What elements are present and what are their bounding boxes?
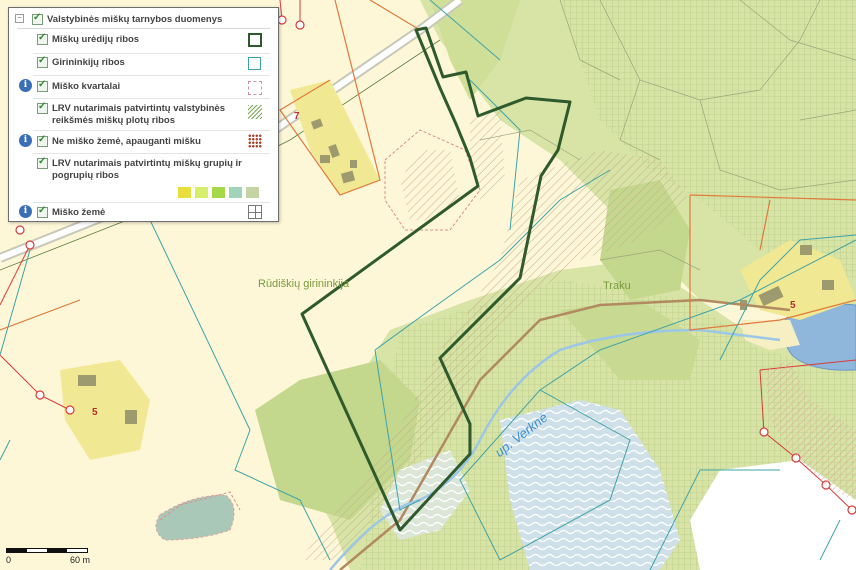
group-checkbox[interactable]: [32, 12, 43, 25]
legend-item-label: Miško kvartalai: [52, 81, 121, 92]
legend-item-urediju[interactable]: Miškų urėdijų ribos: [9, 31, 278, 51]
parcel-number: 5: [790, 300, 796, 311]
legend-item-label: Girininkijų ribos: [52, 57, 125, 68]
legend-item-lrv-grupiu[interactable]: LRV nutarimais patvirtintų miškų grupių …: [9, 154, 278, 202]
parcel-number: 5: [92, 407, 98, 418]
group-swatch: [195, 187, 208, 198]
layer-checkbox[interactable]: [37, 156, 48, 169]
dashed-pink-square-icon: [248, 81, 262, 95]
grid-square-icon: [248, 205, 262, 219]
legend-group-header[interactable]: − Valstybinės miškų tarnybos duomenys: [9, 10, 278, 28]
legend-item-label: Miškų urėdijų ribos: [52, 34, 140, 45]
legend-item-label-line1: LRV nutarimais patvirtintų valstybinės: [52, 103, 225, 114]
thick-green-square-icon: [248, 33, 262, 47]
legend-item-kvartalai[interactable]: i Miško kvartalai: [9, 76, 278, 96]
layer-checkbox[interactable]: [37, 32, 48, 45]
scale-bar: 0 60 m: [6, 548, 92, 565]
brown-dot-grid-icon: [248, 134, 262, 148]
group-swatch: [212, 187, 225, 198]
group-swatch: [246, 187, 259, 198]
layer-checkbox[interactable]: [37, 134, 48, 147]
legend-item-misko-zeme[interactable]: i Miško žemė: [9, 203, 278, 221]
layer-legend-panel: − Valstybinės miškų tarnybos duomenys Mi…: [8, 7, 279, 222]
group-swatch: [178, 187, 191, 198]
hatched-green-square-icon: [248, 105, 262, 119]
legend-item-ne-misko[interactable]: i Ne miško žemė, apauganti mišku: [9, 131, 278, 151]
legend-item-label-line1: LRV nutarimais patvirtintų miškų grupių …: [52, 158, 242, 169]
legend-item-girininkiju[interactable]: Girininkijų ribos: [9, 54, 278, 74]
layer-checkbox[interactable]: [37, 79, 48, 92]
legend-item-lrv-valstybines[interactable]: LRV nutarimais patvirtintų valstybinės r…: [9, 99, 278, 129]
layer-checkbox[interactable]: [37, 55, 48, 68]
collapse-toggle-icon[interactable]: −: [15, 14, 24, 23]
scale-bar-graphic: [6, 548, 88, 553]
legend-item-label: Ne miško žemė, apauganti mišku: [52, 136, 201, 147]
parcel-number: 7: [294, 111, 300, 122]
info-icon[interactable]: i: [19, 205, 32, 218]
scale-distance-label: 60 m: [70, 555, 91, 565]
teal-square-icon: [248, 57, 261, 70]
layer-checkbox[interactable]: [37, 205, 48, 218]
scale-zero-label: 0: [6, 555, 12, 565]
layer-checkbox[interactable]: [37, 101, 48, 114]
legend-item-label: Miško žemė: [52, 207, 106, 218]
info-icon[interactable]: i: [19, 79, 32, 92]
info-icon[interactable]: i: [19, 134, 32, 147]
legend-item-label-line2: pogrupių ribos: [52, 170, 120, 181]
legend-group-title: Valstybinės miškų tarnybos duomenys: [47, 14, 223, 25]
group-swatch: [229, 187, 242, 198]
legend-item-label-line2: reikšmės miškų plotų ribos: [52, 115, 176, 126]
